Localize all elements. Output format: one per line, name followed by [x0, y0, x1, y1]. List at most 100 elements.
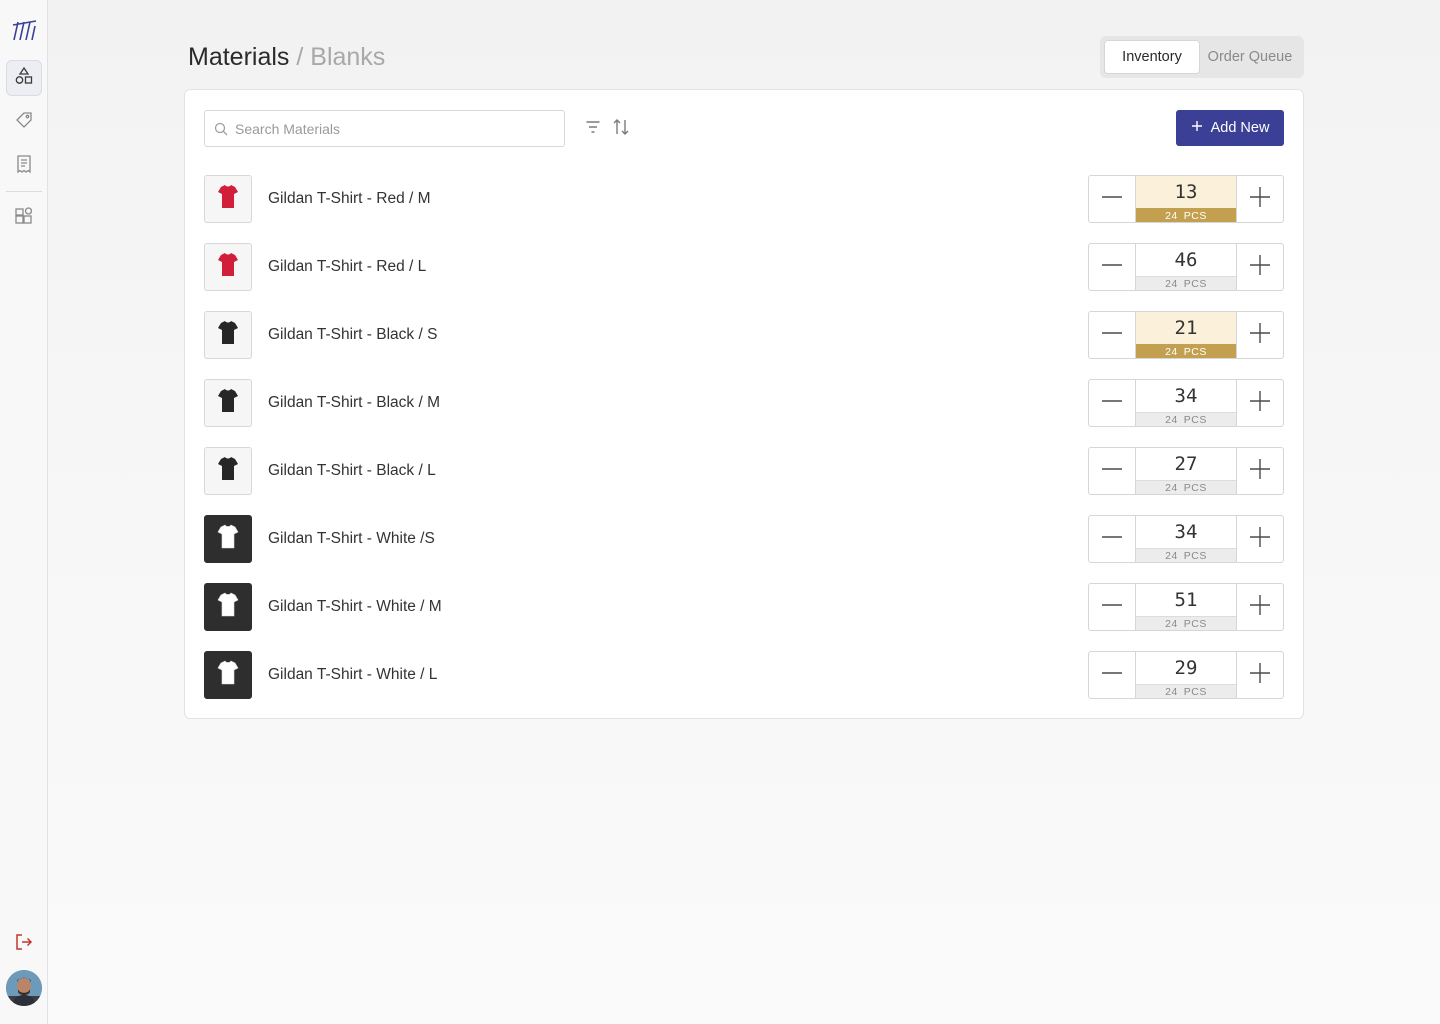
materials-card: Add New Gildan T-Shirt - Red / M 13 — [184, 89, 1304, 719]
quantity-stepper: 46 24 PCS — [1088, 243, 1284, 291]
increment-button[interactable] — [1236, 312, 1283, 358]
quantity-value: 21 — [1136, 312, 1236, 344]
avatar[interactable] — [6, 970, 42, 1006]
plus-icon — [1249, 322, 1271, 349]
quantity-value: 34 — [1174, 521, 1198, 543]
tshirt-icon — [213, 318, 243, 353]
pack-size: 24 PCS — [1136, 276, 1236, 290]
plus-icon — [1249, 662, 1271, 689]
decrement-button[interactable] — [1089, 380, 1136, 426]
list-item[interactable]: Gildan T-Shirt - Black / L 27 24 PCS — [204, 447, 1285, 495]
view-switcher: Inventory Order Queue — [1100, 36, 1304, 78]
tab-inventory[interactable]: Inventory — [1104, 40, 1200, 74]
pack-size: 24 PCS — [1136, 480, 1236, 494]
pack-count: 24 — [1165, 481, 1178, 494]
decrement-button[interactable] — [1089, 176, 1136, 222]
search-input[interactable] — [235, 111, 555, 146]
quantity-value: 46 — [1174, 249, 1198, 271]
increment-button[interactable] — [1236, 244, 1283, 290]
pack-unit: PCS — [1183, 209, 1207, 222]
quantity-display[interactable]: 27 24 PCS — [1136, 448, 1236, 494]
pack-count: 24 — [1165, 345, 1178, 358]
quantity-display[interactable]: 21 24 PCS — [1136, 312, 1236, 358]
pack-count: 24 — [1165, 209, 1178, 222]
quantity-display[interactable]: 51 24 PCS — [1136, 584, 1236, 630]
pack-count: 24 — [1165, 277, 1178, 290]
increment-button[interactable] — [1236, 448, 1283, 494]
sidebar-item-orders[interactable] — [6, 148, 42, 184]
tag-icon — [14, 110, 34, 135]
increment-button[interactable] — [1236, 516, 1283, 562]
increment-button[interactable] — [1236, 380, 1283, 426]
pack-size: 24 PCS — [1136, 344, 1236, 358]
quantity-display[interactable]: 29 24 PCS — [1136, 652, 1236, 698]
item-name: Gildan T-Shirt - Black / S — [268, 326, 438, 343]
logout-button[interactable] — [6, 926, 42, 962]
minus-icon — [1101, 594, 1123, 621]
minus-icon — [1101, 186, 1123, 213]
list-item[interactable]: Gildan T-Shirt - White / M 51 24 PCS — [204, 583, 1285, 631]
plus-icon — [1249, 594, 1271, 621]
tab-order-queue[interactable]: Order Queue — [1200, 40, 1300, 74]
tshirt-icon — [213, 454, 243, 489]
sidebar-item-apps[interactable] — [6, 200, 42, 236]
quantity-stepper: 13 24 PCS — [1088, 175, 1284, 223]
product-thumbnail[interactable] — [204, 447, 252, 495]
plus-icon — [1191, 120, 1203, 136]
minus-icon — [1101, 458, 1123, 485]
logout-icon — [15, 933, 33, 956]
list-item[interactable]: Gildan T-Shirt - Red / L 46 24 PCS — [204, 243, 1285, 291]
tshirt-icon — [213, 658, 243, 693]
list-item[interactable]: Gildan T-Shirt - White /S 34 24 PCS — [204, 515, 1285, 563]
decrement-button[interactable] — [1089, 584, 1136, 630]
increment-button[interactable] — [1236, 176, 1283, 222]
list-item[interactable]: Gildan T-Shirt - Black / M 34 24 PCS — [204, 379, 1285, 427]
product-thumbnail[interactable] — [204, 379, 252, 427]
pack-size: 24 PCS — [1136, 616, 1236, 630]
add-new-button[interactable]: Add New — [1176, 110, 1284, 146]
product-thumbnail[interactable] — [204, 515, 252, 563]
pack-size: 24 PCS — [1136, 684, 1236, 698]
app-logo[interactable] — [10, 16, 38, 44]
increment-button[interactable] — [1236, 584, 1283, 630]
decrement-button[interactable] — [1089, 652, 1136, 698]
quantity-display[interactable]: 34 24 PCS — [1136, 516, 1236, 562]
quantity-display[interactable]: 46 24 PCS — [1136, 244, 1236, 290]
sidebar-item-materials[interactable] — [6, 60, 42, 96]
product-thumbnail[interactable] — [204, 311, 252, 359]
plus-icon — [1249, 390, 1271, 417]
quantity-display[interactable]: 34 24 PCS — [1136, 380, 1236, 426]
decrement-button[interactable] — [1089, 516, 1136, 562]
pack-unit: PCS — [1183, 277, 1207, 290]
quantity-value: 34 — [1174, 385, 1198, 407]
shapes-icon — [14, 66, 34, 91]
plus-icon — [1249, 186, 1271, 213]
pack-count: 24 — [1165, 413, 1178, 426]
list-item[interactable]: Gildan T-Shirt - Black / S 21 24 PCS — [204, 311, 1285, 359]
add-widget-icon — [14, 206, 34, 231]
sidebar-item-tags[interactable] — [6, 104, 42, 140]
tshirt-icon — [213, 182, 243, 217]
quantity-display[interactable]: 13 24 PCS — [1136, 176, 1236, 222]
product-thumbnail[interactable] — [204, 651, 252, 699]
quantity-stepper: 29 24 PCS — [1088, 651, 1284, 699]
product-thumbnail[interactable] — [204, 243, 252, 291]
product-thumbnail[interactable] — [204, 175, 252, 223]
list-item[interactable]: Gildan T-Shirt - White / L 29 24 PCS — [204, 651, 1285, 699]
tshirt-icon — [213, 386, 243, 421]
tshirt-icon — [213, 590, 243, 625]
page-title: Materials / Blanks — [188, 40, 385, 74]
breadcrumb-materials[interactable]: Materials — [188, 43, 289, 71]
quantity-stepper: 34 24 PCS — [1088, 379, 1284, 427]
search-icon — [214, 122, 228, 141]
list-item[interactable]: Gildan T-Shirt - Red / M 13 24 PCS — [204, 175, 1285, 223]
product-thumbnail[interactable] — [204, 583, 252, 631]
filter-icon[interactable] — [585, 119, 601, 140]
increment-button[interactable] — [1236, 652, 1283, 698]
pack-unit: PCS — [1183, 345, 1207, 358]
decrement-button[interactable] — [1089, 448, 1136, 494]
breadcrumb-separator: / — [289, 43, 311, 71]
decrement-button[interactable] — [1089, 244, 1136, 290]
sort-icon[interactable] — [612, 118, 630, 141]
decrement-button[interactable] — [1089, 312, 1136, 358]
